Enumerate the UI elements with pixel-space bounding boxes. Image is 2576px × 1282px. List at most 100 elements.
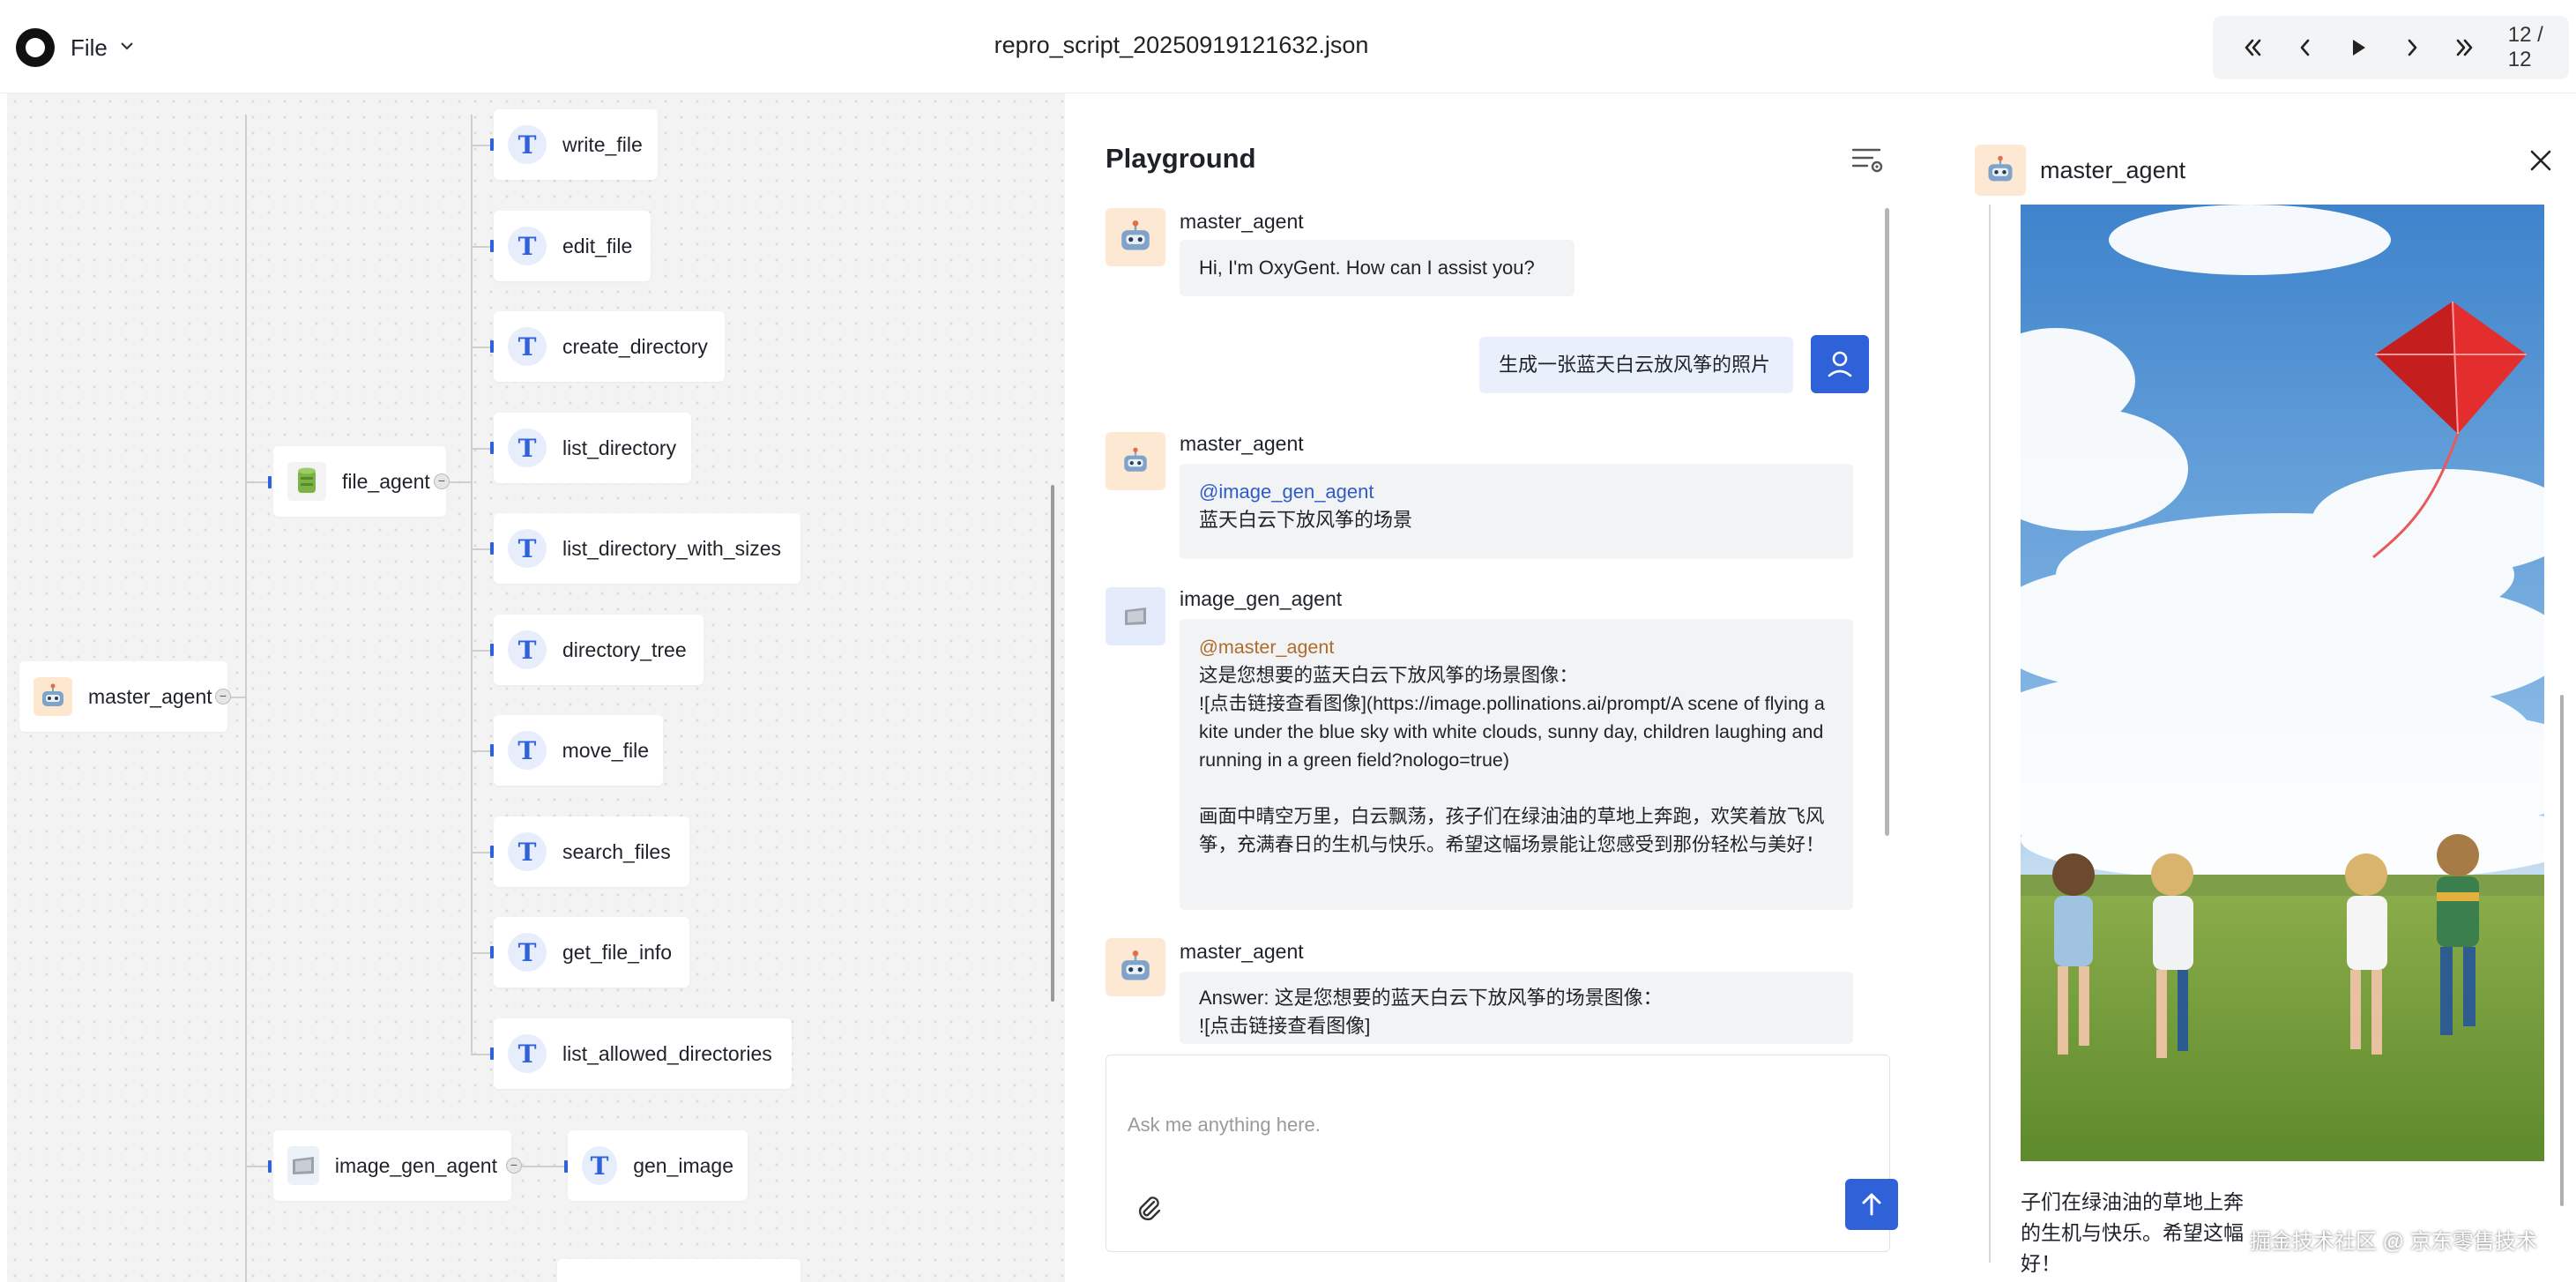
message-text: Answer: 这是您想要的蓝天白云下放风筝的场景图像： ![点击链接查看图像] xyxy=(1199,987,1663,1037)
node-tool-directory-tree[interactable]: Tdirectory_tree xyxy=(494,615,704,685)
node-label: directory_tree xyxy=(562,637,687,661)
playground-scrollbar[interactable] xyxy=(1885,208,1889,836)
node-tool-search-files[interactable]: Tsearch_files xyxy=(494,816,689,887)
send-button[interactable] xyxy=(1845,1179,1898,1230)
filter-settings-icon[interactable] xyxy=(1850,145,1885,176)
tool-connector xyxy=(471,246,490,248)
node-tool-move-file[interactable]: Tmove_file xyxy=(494,715,663,786)
image-agent-connector xyxy=(245,1166,268,1167)
message-bubble: @image_gen_agent 蓝天白云下放风筝的场景 xyxy=(1180,464,1853,559)
preview-title: master_agent xyxy=(2040,157,2186,183)
node-image-gen-agent[interactable]: image_gen_agent xyxy=(273,1130,511,1201)
robot-icon xyxy=(34,677,72,716)
preview-scrollbar[interactable] xyxy=(2560,695,2564,1206)
tool-connector xyxy=(471,750,490,752)
mention-link[interactable]: @image_gen_agent xyxy=(1199,481,1374,503)
document-title: repro_script_20250919121632.json xyxy=(994,32,1369,58)
next-step-icon[interactable] xyxy=(2398,34,2424,62)
node-label: file_agent xyxy=(342,469,430,493)
last-step-icon[interactable] xyxy=(2452,34,2478,62)
node-tool-get-file-info[interactable]: Tget_file_info xyxy=(494,917,689,988)
collapse-root-icon[interactable]: − xyxy=(215,689,231,704)
robot-avatar-icon xyxy=(1106,208,1165,266)
tool-t-icon: T xyxy=(508,1034,547,1073)
tool-connector xyxy=(471,448,490,450)
node-label: write_file xyxy=(562,132,643,156)
top-bar: File repro_script_20250919121632.json 12… xyxy=(0,0,2576,93)
node-partial[interactable] xyxy=(557,1259,800,1282)
node-file-agent[interactable]: file_agent xyxy=(273,446,446,517)
node-label: list_directory_with_sizes xyxy=(562,536,781,560)
tool-connector xyxy=(471,548,490,550)
message-sender: master_agent xyxy=(1180,940,1304,963)
node-label: image_gen_agent xyxy=(334,1153,497,1177)
file-agent-branch-line xyxy=(471,115,473,1055)
image-frame-avatar-icon xyxy=(1106,587,1165,645)
message-sender: master_agent xyxy=(1180,210,1304,233)
node-tool-list-allowed-directories[interactable]: Tlist_allowed_directories xyxy=(494,1018,792,1089)
tool-t-icon: T xyxy=(508,125,547,164)
tool-connector xyxy=(471,650,490,652)
previous-step-icon[interactable] xyxy=(2292,34,2319,62)
paperclip-icon[interactable] xyxy=(1133,1193,1168,1228)
preview-rail xyxy=(1989,205,1991,1263)
tool-t-icon: T xyxy=(582,1146,618,1185)
message-text: 生成一张蓝天白云放风筝的照片 xyxy=(1499,354,1771,376)
message-bubble: @master_agent 这是您想要的蓝天白云下放风筝的场景图像： ![点击链… xyxy=(1180,619,1853,910)
robot-avatar-icon xyxy=(1106,938,1165,996)
agent-tree-canvas[interactable]: Twrite_file Tedit_file Tcreate_directory Tl… xyxy=(7,93,1065,1282)
chat-input-box xyxy=(1106,1055,1898,1252)
playground-panel: Playground master_agent Hi, I'm OxyGent.… xyxy=(1077,113,1920,1282)
first-step-icon[interactable] xyxy=(2239,34,2266,62)
image-frame-icon xyxy=(287,1146,319,1185)
message-bubble: Answer: 这是您想要的蓝天白云下放风筝的场景图像： ![点击链接查看图像] xyxy=(1180,972,1853,1044)
node-label: list_directory xyxy=(562,436,677,459)
file-agent-connector xyxy=(245,481,268,483)
chat-input[interactable] xyxy=(1128,1114,1850,1149)
image-agent-out-connector xyxy=(517,1166,564,1167)
playground-title: Playground xyxy=(1106,143,1256,174)
node-tool-list-directory-with-sizes[interactable]: Tlist_directory_with_sizes xyxy=(494,513,800,584)
node-label: edit_file xyxy=(562,234,633,257)
node-tool-edit-file[interactable]: Tedit_file xyxy=(494,211,651,281)
message-text: Hi, I'm OxyGent. How can I assist you? xyxy=(1199,257,1535,279)
preview-caption: 子们在绿油油的草地上奔的生机与快乐。希望这幅好！ xyxy=(2021,1190,2244,1275)
node-label: get_file_info xyxy=(562,940,673,964)
tool-t-icon: T xyxy=(508,933,547,972)
canvas-scrollbar[interactable] xyxy=(1051,485,1054,1002)
node-tool-list-directory[interactable]: Tlist_directory xyxy=(494,413,691,483)
node-gen-image[interactable]: T gen_image xyxy=(568,1130,748,1201)
node-label: move_file xyxy=(562,738,649,762)
node-master-agent[interactable]: master_agent xyxy=(19,661,227,732)
close-icon[interactable] xyxy=(2523,143,2558,178)
mention-link[interactable]: @master_agent xyxy=(1199,637,1334,658)
file-agent-out-connector xyxy=(450,481,471,483)
node-label: create_directory xyxy=(562,334,708,358)
tool-connector xyxy=(471,1054,490,1055)
node-label: master_agent xyxy=(88,684,212,708)
preview-panel: master_agent 子们在绿油油的草地上奔的生机与快乐。希望这幅好！ xyxy=(1948,113,2576,1282)
tool-t-icon: T xyxy=(508,529,547,568)
message-bubble: Hi, I'm OxyGent. How can I assist you? xyxy=(1180,240,1575,296)
message-sender: master_agent xyxy=(1180,432,1304,455)
play-icon[interactable] xyxy=(2345,34,2371,62)
tool-t-icon: T xyxy=(508,327,547,366)
database-icon xyxy=(287,462,326,501)
message-text: 这是您想要的蓝天白云下放风筝的场景图像： ![点击链接查看图像](https:/… xyxy=(1199,665,1825,855)
node-tool-create-directory[interactable]: Tcreate_directory xyxy=(494,311,725,382)
tool-t-icon: T xyxy=(508,731,547,770)
collapse-image-agent-icon[interactable]: − xyxy=(506,1158,522,1174)
collapse-file-agent-icon[interactable]: − xyxy=(434,473,450,489)
node-label: gen_image xyxy=(633,1153,733,1177)
user-avatar-icon xyxy=(1811,335,1869,393)
page-counter: 12 / 12 xyxy=(2507,23,2543,71)
file-agent-port xyxy=(268,476,272,488)
user-message-bubble: 生成一张蓝天白云放风筝的照片 xyxy=(1479,337,1793,393)
robot-avatar-icon xyxy=(1975,145,2026,196)
image-agent-port xyxy=(268,1160,272,1173)
tool-connector xyxy=(471,952,490,954)
tool-connector xyxy=(471,852,490,853)
node-tool-write-file[interactable]: Twrite_file xyxy=(494,109,658,180)
playback-controls: 12 / 12 xyxy=(2213,16,2569,79)
tool-t-icon: T xyxy=(508,630,547,669)
